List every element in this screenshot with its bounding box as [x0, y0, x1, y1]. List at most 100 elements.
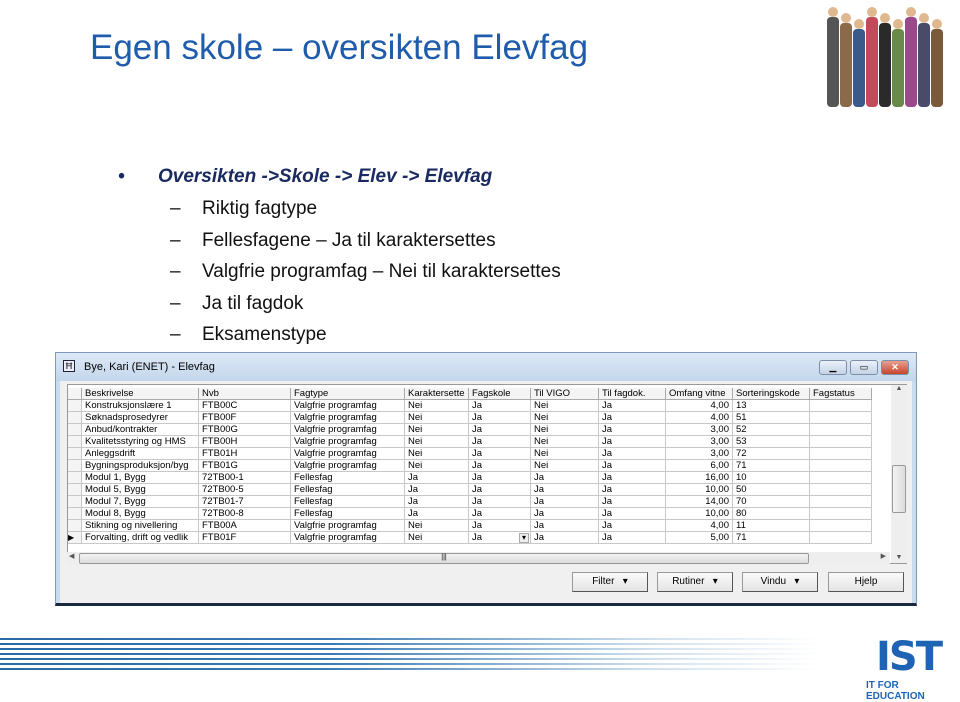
grid-cell[interactable]: Valgfrie programfag [291, 448, 405, 460]
grid-cell[interactable]: Fellesfag [291, 484, 405, 496]
hscroll-thumb[interactable]: ||| [79, 553, 809, 564]
close-button[interactable]: ✕ [881, 360, 909, 375]
grid-cell[interactable]: Fellesfag [291, 472, 405, 484]
grid-cell[interactable]: Ja [469, 460, 531, 472]
grid-cell[interactable]: Ja [599, 424, 666, 436]
grid-cell[interactable] [810, 400, 872, 412]
row-selector[interactable] [68, 436, 82, 448]
horizontal-scrollbar[interactable]: ◀ ||| ▶ [67, 552, 890, 565]
column-header[interactable]: Fagtype [291, 388, 405, 400]
grid-cell[interactable]: Ja [531, 484, 599, 496]
column-header[interactable]: Fagskole [469, 388, 531, 400]
grid-cell[interactable] [810, 436, 872, 448]
grid-cell[interactable]: Valgfrie programfag [291, 460, 405, 472]
grid-cell[interactable]: Ja [469, 472, 531, 484]
grid-cell[interactable]: 3,00 [666, 424, 733, 436]
scroll-left-icon[interactable]: ◀ [69, 552, 74, 560]
grid-cell[interactable]: Fellesfag [291, 496, 405, 508]
row-selector[interactable] [68, 412, 82, 424]
grid-cell[interactable]: Nei [531, 460, 599, 472]
grid-cell[interactable]: Ja [599, 532, 666, 544]
grid-cell[interactable]: 10,00 [666, 484, 733, 496]
grid-cell[interactable]: Ja [469, 508, 531, 520]
grid-cell[interactable]: Nei [405, 400, 469, 412]
grid-cell[interactable]: FTB01H [199, 448, 291, 460]
grid-cell[interactable]: Ja [599, 472, 666, 484]
grid-cell[interactable]: 72TB00-5 [199, 484, 291, 496]
grid-cell[interactable]: 14,00 [666, 496, 733, 508]
grid-cell[interactable]: 72TB01-7 [199, 496, 291, 508]
grid-cell[interactable] [810, 520, 872, 532]
grid-cell[interactable] [810, 424, 872, 436]
grid-cell[interactable]: Ja [469, 484, 531, 496]
rutiner-button[interactable]: Rutiner ▾ [657, 572, 733, 592]
vindu-button[interactable]: Vindu ▾ [742, 572, 818, 592]
elevfag-grid[interactable]: Beskrivelse Nvb Fagtype Karaktersette Fagsko… [67, 384, 907, 564]
column-header[interactable]: Karaktersette [405, 388, 469, 400]
grid-cell[interactable]: Ja [405, 508, 469, 520]
row-selector[interactable] [68, 424, 82, 436]
table-row[interactable]: Anleggsdrift FTB01H Valgfrie programfag Nei… [68, 448, 872, 460]
grid-cell[interactable]: 16,00 [666, 472, 733, 484]
grid-cell[interactable]: 3,00 [666, 436, 733, 448]
grid-cell[interactable]: FTB00C [199, 400, 291, 412]
vertical-scrollbar[interactable]: ▲ ▼ [891, 385, 907, 563]
grid-cell[interactable]: 72 [733, 448, 810, 460]
grid-cell[interactable]: FTB01G [199, 460, 291, 472]
table-row[interactable]: Modul 5, Bygg 72TB00-5 Fellesfag Ja Ja Ja Ja 10… [68, 484, 872, 496]
grid-cell[interactable]: Modul 1, Bygg [82, 472, 199, 484]
grid-cell[interactable]: Nei [531, 400, 599, 412]
grid-cell[interactable]: FTB00F [199, 412, 291, 424]
row-selector[interactable] [68, 520, 82, 532]
grid-cell[interactable]: 4,00 [666, 520, 733, 532]
column-header[interactable]: Til VIGO [531, 388, 599, 400]
filter-button[interactable]: Filter ▾ [572, 572, 648, 592]
grid-cell[interactable] [810, 460, 872, 472]
table-row[interactable]: ▶ Forvalting, drift og vedlik FTB01F Valgfr… [68, 532, 872, 544]
grid-cell[interactable]: Valgfrie programfag [291, 412, 405, 424]
grid-cell[interactable]: FTB00G [199, 424, 291, 436]
grid-cell[interactable]: 3,00 [666, 448, 733, 460]
row-selector[interactable]: ▶ [68, 532, 82, 544]
grid-cell[interactable]: Ja [599, 412, 666, 424]
table-row[interactable]: Modul 7, Bygg 72TB01-7 Fellesfag Ja Ja Ja Ja 14… [68, 496, 872, 508]
grid-cell[interactable]: Modul 8, Bygg [82, 508, 199, 520]
grid-cell[interactable]: Ja [469, 496, 531, 508]
grid-cell[interactable]: FTB00H [199, 436, 291, 448]
grid-cell[interactable]: Ja [405, 472, 469, 484]
scroll-thumb[interactable] [892, 465, 906, 513]
grid-cell[interactable]: 80 [733, 508, 810, 520]
grid-cell[interactable]: Ja [599, 508, 666, 520]
grid-cell[interactable]: Nei [405, 532, 469, 544]
grid-cell[interactable]: 52 [733, 424, 810, 436]
grid-cell[interactable]: Ja [405, 496, 469, 508]
grid-cell[interactable]: Nei [405, 520, 469, 532]
scroll-up-icon[interactable]: ▲ [891, 385, 907, 392]
grid-cell[interactable] [810, 496, 872, 508]
row-selector[interactable] [68, 460, 82, 472]
grid-cell[interactable]: FTB00A [199, 520, 291, 532]
grid-cell[interactable]: Anleggsdrift [82, 448, 199, 460]
maximize-button[interactable]: ▭ [850, 360, 878, 375]
grid-cell[interactable]: Anbud/kontrakter [82, 424, 199, 436]
grid-cell[interactable]: Modul 7, Bygg [82, 496, 199, 508]
grid-cell[interactable]: Nei [531, 412, 599, 424]
grid-cell[interactable]: Nei [405, 412, 469, 424]
grid-cell[interactable]: 11 [733, 520, 810, 532]
column-header[interactable]: Sorteringskode [733, 388, 810, 400]
grid-cell[interactable] [810, 484, 872, 496]
grid-cell[interactable]: Modul 5, Bygg [82, 484, 199, 496]
grid-cell[interactable]: 72TB00-1 [199, 472, 291, 484]
grid-cell[interactable] [810, 472, 872, 484]
grid-cell[interactable]: Ja [599, 436, 666, 448]
grid-cell[interactable]: Nei [405, 424, 469, 436]
grid-cell[interactable]: Ja [599, 484, 666, 496]
grid-cell[interactable]: Nei [531, 436, 599, 448]
grid-cell[interactable]: Ja [599, 448, 666, 460]
grid-cell[interactable]: 71 [733, 532, 810, 544]
grid-cell[interactable]: 71 [733, 460, 810, 472]
table-row[interactable]: Søknadsprosedyrer FTB00F Valgfrie programf… [68, 412, 872, 424]
grid-cell[interactable]: Nei [531, 448, 599, 460]
grid-cell[interactable]: Ja [531, 532, 599, 544]
grid-cell[interactable]: Ja [531, 508, 599, 520]
